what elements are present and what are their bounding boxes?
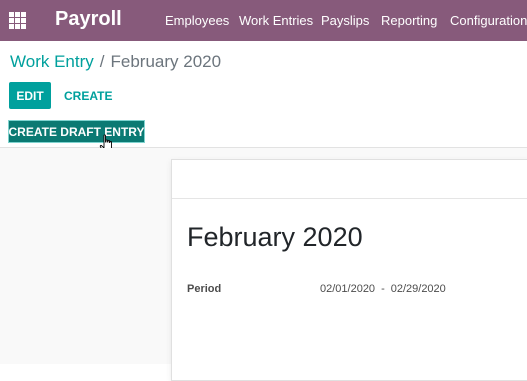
create-button[interactable]: CREATE xyxy=(64,89,112,103)
menu-configuration[interactable]: Configuration xyxy=(450,13,527,28)
edit-button[interactable]: EDIT xyxy=(9,82,51,109)
breadcrumb: Work Entry / February 2020 xyxy=(10,52,221,72)
form-sheet: February 2020 Period 02/01/2020-02/29/20… xyxy=(171,159,527,381)
form-content-area: February 2020 Period 02/01/2020-02/29/20… xyxy=(0,148,527,381)
breadcrumb-separator: / xyxy=(99,52,105,71)
menu-reporting[interactable]: Reporting xyxy=(381,13,437,28)
period-start-date: 02/01/2020 xyxy=(320,283,376,295)
apps-grid-icon[interactable] xyxy=(9,12,26,29)
period-value: 02/01/2020-02/29/2020 xyxy=(320,283,446,295)
create-draft-entry-button[interactable]: CREATE DRAFT ENTRY xyxy=(8,120,145,143)
menu-employees[interactable]: Employees xyxy=(165,13,229,28)
top-navbar: Payroll Employees Work Entries Payslips … xyxy=(0,0,527,41)
sheet-header xyxy=(172,160,527,199)
period-separator: - xyxy=(381,283,385,295)
menu-payslips[interactable]: Payslips xyxy=(321,13,369,28)
app-title[interactable]: Payroll xyxy=(55,8,122,31)
breadcrumb-work-entry-link[interactable]: Work Entry xyxy=(10,52,94,71)
menu-work-entries[interactable]: Work Entries xyxy=(239,13,313,28)
status-bar: CREATE DRAFT ENTRY xyxy=(0,118,527,153)
control-panel: Work Entry / February 2020 EDIT CREATE xyxy=(0,41,527,119)
period-label: Period xyxy=(187,283,222,295)
period-end-date: 02/29/2020 xyxy=(390,283,446,295)
record-title: February 2020 xyxy=(187,222,363,252)
breadcrumb-current: February 2020 xyxy=(110,52,222,71)
